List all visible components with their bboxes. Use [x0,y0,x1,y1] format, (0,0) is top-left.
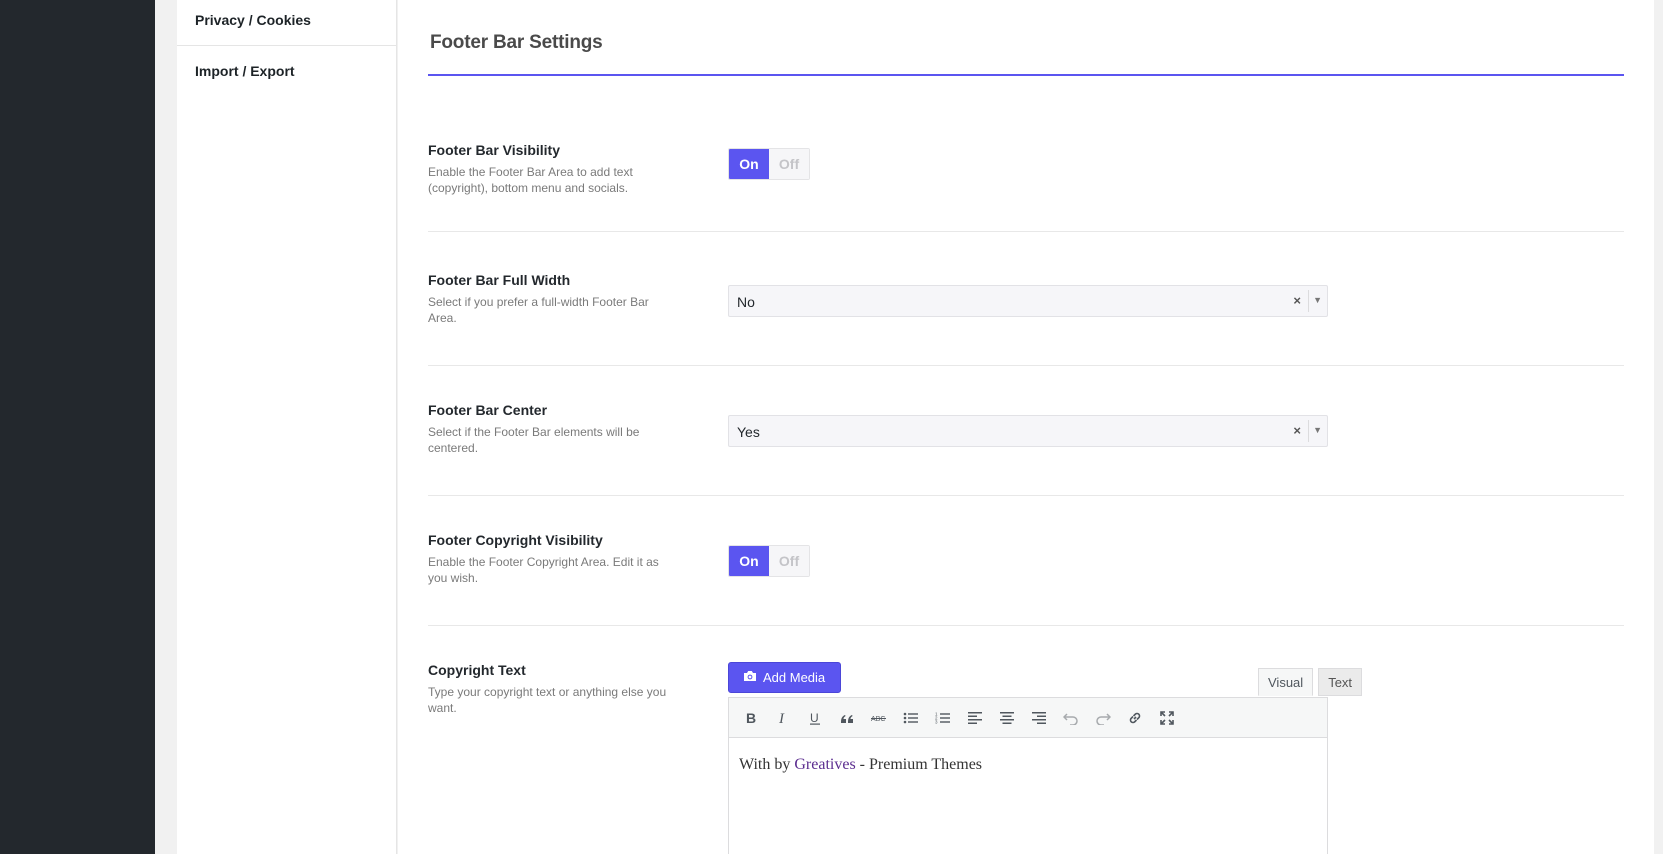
setting-label-block: Footer Copyright Visibility Enable the F… [428,532,673,586]
setting-row-footer-bar-visibility: Footer Bar Visibility Enable the Footer … [428,142,1624,232]
footer-bar-visibility-toggle[interactable]: On Off [728,148,810,180]
settings-panel: Footer Bar Settings Footer Bar Visibilit… [398,0,1654,854]
fullscreen-icon[interactable] [1151,703,1183,733]
svg-text:U: U [810,711,819,725]
select-separator [1308,290,1309,312]
content-text: With by [739,756,795,773]
svg-text:3: 3 [935,719,938,724]
clear-selection-icon[interactable]: × [1293,423,1301,438]
admin-sidebar [0,0,155,854]
setting-title: Footer Copyright Visibility [428,532,603,548]
setting-label-block: Footer Bar Full Width Select if you pref… [428,272,673,326]
setting-description: Select if the Footer Bar elements will b… [428,425,640,455]
nav-item-import-export[interactable]: Import / Export [177,46,396,92]
page-gutter [155,0,177,854]
editor-content[interactable]: With by Greatives - Premium Themes [729,738,1327,792]
svg-text:I: I [778,711,785,725]
options-nav: Privacy / Cookies Import / Export [177,0,397,854]
tab-visual[interactable]: Visual [1258,668,1314,696]
editor-toolbar: B I U ABC 123 [729,698,1327,738]
toggle-on-option[interactable]: On [729,546,769,576]
redo-icon[interactable] [1087,703,1119,733]
align-center-icon[interactable] [991,703,1023,733]
toggle-off-option[interactable]: Off [769,546,809,576]
bold-icon[interactable]: B [735,703,767,733]
section-divider [428,74,1624,76]
setting-label-block: Footer Bar Visibility Enable the Footer … [428,142,673,196]
setting-title: Footer Bar Center [428,402,548,418]
setting-label-block: Copyright Text Type your copyright text … [428,662,673,716]
content-link[interactable]: Greatives [794,756,855,773]
content-text: - Premium Themes [855,756,983,773]
underline-icon[interactable]: U [799,703,831,733]
select-value: No [737,294,755,310]
setting-row-footer-bar-center: Footer Bar Center Select if the Footer B… [428,402,1624,496]
editor-tabs: Visual Text [1258,668,1363,696]
tab-text[interactable]: Text [1318,668,1363,696]
setting-description: Select if you prefer a full-width Footer… [428,295,649,325]
setting-row-copyright-text: Copyright Text Type your copyright text … [428,662,1624,854]
add-media-label: Add Media [763,670,826,685]
bullet-list-icon[interactable] [895,703,927,733]
italic-icon[interactable]: I [767,703,799,733]
toggle-off-option[interactable]: Off [769,149,809,179]
setting-title: Footer Bar Full Width [428,272,571,288]
toggle-on-option[interactable]: On [729,149,769,179]
clear-selection-icon[interactable]: × [1293,293,1301,308]
footer-bar-center-select[interactable]: Yes × ▼ [728,415,1328,447]
section-title: Footer Bar Settings [430,32,603,53]
setting-description: Enable the Footer Bar Area to add text (… [428,165,633,195]
footer-bar-full-width-select[interactable]: No × ▼ [728,285,1328,317]
align-left-icon[interactable] [959,703,991,733]
setting-title: Footer Bar Visibility [428,142,560,158]
svg-text:ABC: ABC [871,716,885,723]
blockquote-icon[interactable] [831,703,863,733]
right-gutter [1654,0,1663,854]
dropdown-arrow-icon[interactable]: ▼ [1313,295,1322,305]
camera-icon [743,670,757,685]
setting-title: Copyright Text [428,662,526,678]
setting-row-footer-copyright-visibility: Footer Copyright Visibility Enable the F… [428,532,1624,626]
svg-text:B: B [746,711,756,725]
select-value: Yes [737,424,760,440]
select-separator [1308,420,1309,442]
link-icon[interactable] [1119,703,1151,733]
align-right-icon[interactable] [1023,703,1055,733]
setting-description: Enable the Footer Copyright Area. Edit i… [428,555,659,585]
numbered-list-icon[interactable]: 123 [927,703,959,733]
dropdown-arrow-icon[interactable]: ▼ [1313,425,1322,435]
nav-item-privacy-cookies[interactable]: Privacy / Cookies [177,0,396,46]
undo-icon[interactable] [1055,703,1087,733]
setting-label-block: Footer Bar Center Select if the Footer B… [428,402,673,456]
add-media-button[interactable]: Add Media [728,662,842,693]
footer-copyright-visibility-toggle[interactable]: On Off [728,545,810,577]
setting-description: Type your copyright text or anything els… [428,685,667,715]
strikethrough-icon[interactable]: ABC [863,703,895,733]
setting-row-footer-bar-full-width: Footer Bar Full Width Select if you pref… [428,272,1624,366]
rich-text-editor: B I U ABC 123 With by Greatives - Premiu… [728,697,1328,854]
